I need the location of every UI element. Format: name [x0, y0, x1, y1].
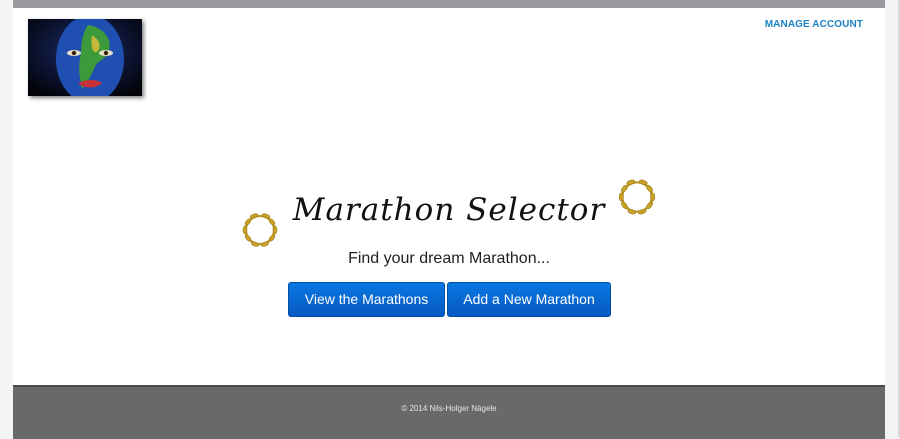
- page-title: Marathon Selector: [292, 192, 606, 228]
- hero-section: Marathon Selector Find your dream Marath…: [13, 170, 885, 330]
- add-marathon-button[interactable]: Add a New Marathon: [447, 282, 611, 317]
- face-painted-world-map-image: [28, 19, 142, 96]
- manage-account-link[interactable]: MANAGE ACCOUNT: [765, 19, 863, 30]
- footer: © 2014 Nils-Holger Nägele: [13, 385, 885, 439]
- page: MANAGE ACCOUNT Marathon Selector Find yo…: [13, 0, 885, 439]
- laurel-wreath-icon: [618, 179, 656, 215]
- view-marathons-button[interactable]: View the Marathons: [288, 282, 445, 317]
- site-logo[interactable]: [28, 19, 142, 96]
- copyright-text: © 2014 Nils-Holger Nägele: [401, 404, 497, 413]
- top-bar: [13, 0, 885, 8]
- page-subtitle: Find your dream Marathon...: [348, 250, 550, 267]
